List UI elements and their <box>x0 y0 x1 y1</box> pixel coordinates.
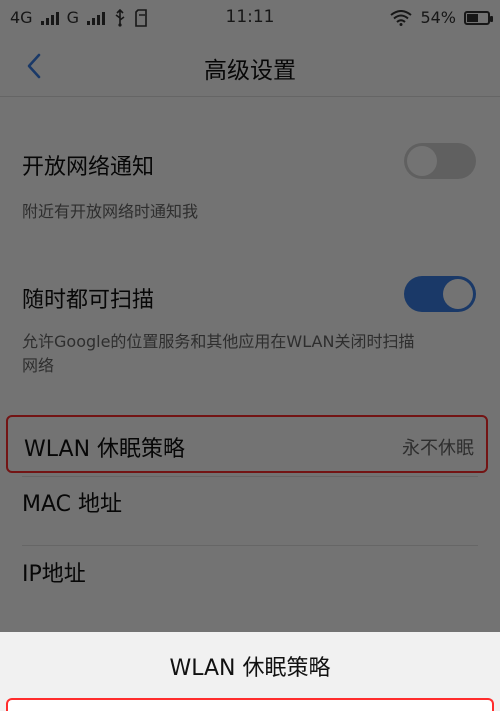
wlan-sleep-policy-row[interactable]: WLAN 休眠策略 永不休眠 <box>6 415 488 473</box>
battery-percent: 54% <box>420 8 456 27</box>
mac-address-redaction <box>24 520 168 538</box>
divider <box>22 476 478 477</box>
sleep-policy-sheet: WLAN 休眠策略 <box>0 632 500 711</box>
page-title: 高级设置 <box>204 58 296 84</box>
ip-address-redaction <box>24 589 140 606</box>
always-scan-toggle[interactable] <box>404 276 476 312</box>
battery-icon <box>464 10 493 25</box>
open-network-notify-description: 附近有开放网络时通知我 <box>22 202 199 221</box>
wlan-sleep-policy-value: 永不休眠 <box>402 438 474 459</box>
open-network-notify-title: 开放网络通知 <box>22 155 155 180</box>
divider <box>22 545 478 546</box>
battery-level-fill <box>467 13 478 22</box>
ip-address-label: IP地址 <box>22 562 86 587</box>
always-scan-title: 随时都可扫描 <box>22 288 155 313</box>
open-network-notify-toggle[interactable] <box>404 143 476 179</box>
toggle-knob <box>407 146 437 176</box>
mac-address-label: MAC 地址 <box>22 492 122 517</box>
sheet-first-option-highlighted[interactable] <box>6 698 494 711</box>
always-scan-description-line1: 允许Google的位置服务和其他应用在WLAN关闭时扫描 <box>22 332 415 351</box>
status-bar: 4G G 11:11 54% <box>0 0 500 34</box>
wlan-sleep-policy-label: WLAN 休眠策略 <box>24 437 186 462</box>
sheet-title: WLAN 休眠策略 <box>169 656 331 681</box>
toggle-knob <box>443 279 473 309</box>
header: 高级设置 <box>0 34 500 97</box>
always-scan-description-line2: 网络 <box>22 356 55 375</box>
advanced-settings-screen: 4G G 11:11 54% 高级设置 开放网络通知 附近有开放网络时通知我 随… <box>0 0 500 711</box>
status-bar-right: 54% <box>390 8 493 27</box>
wifi-icon <box>390 9 413 26</box>
